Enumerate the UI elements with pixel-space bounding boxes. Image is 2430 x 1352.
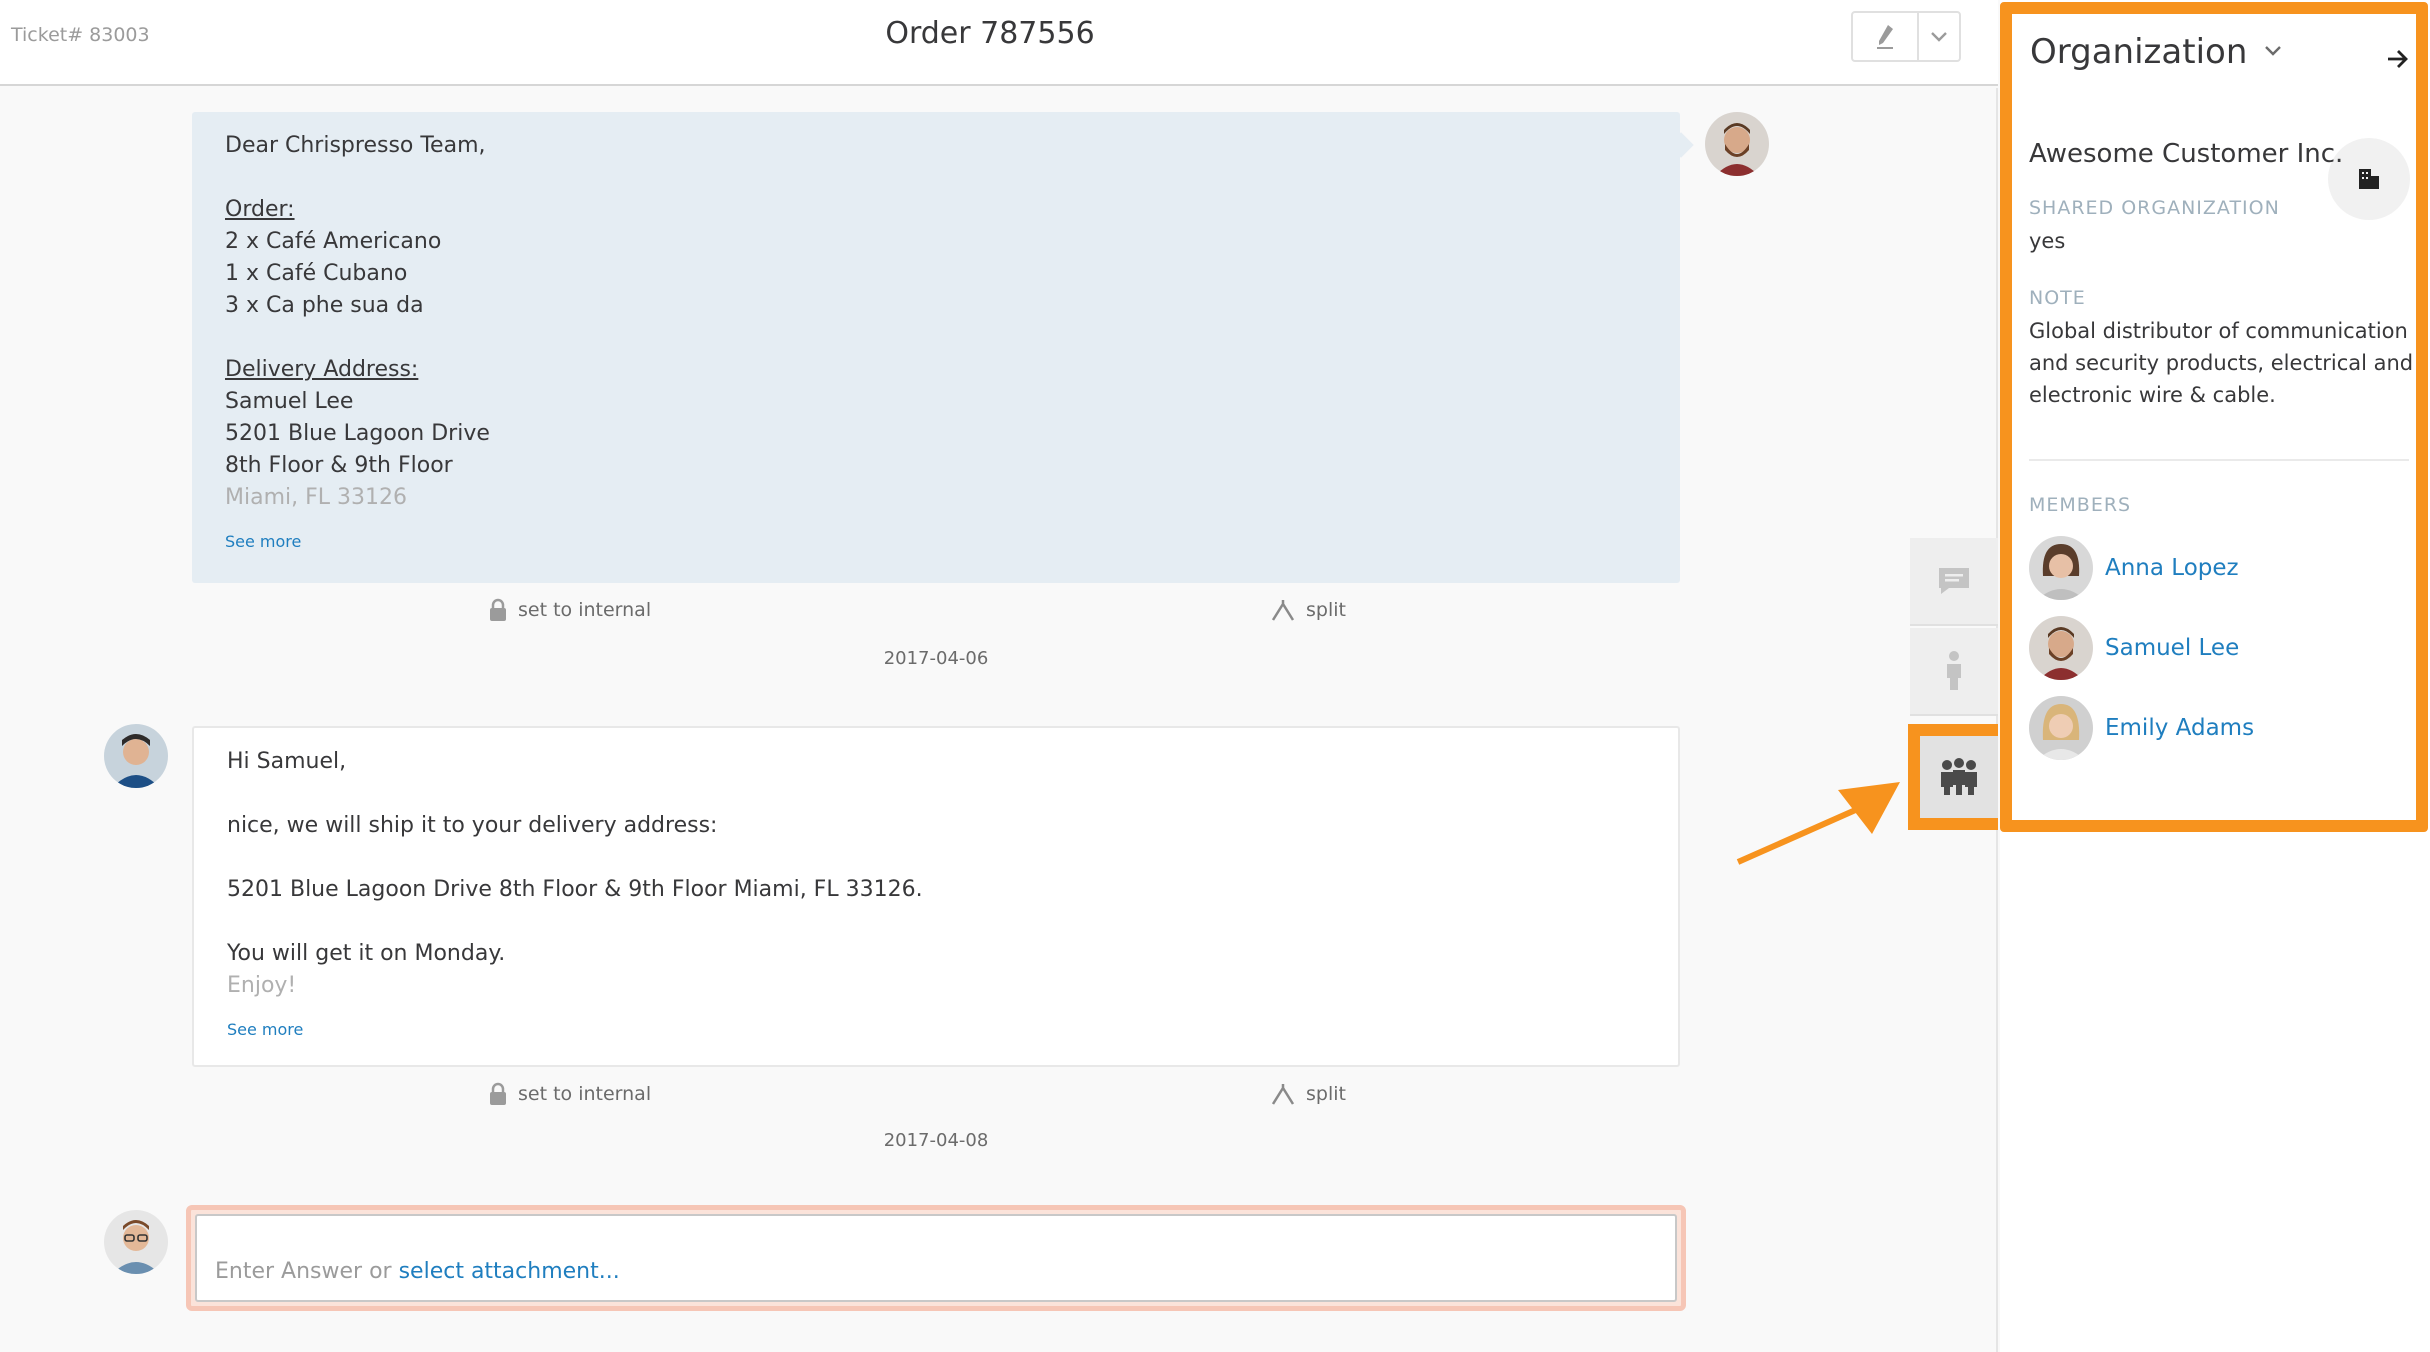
customer-article: Dear Chrispresso Team, Order: 2 x Café A… [192, 112, 1680, 583]
shared-organization-label: SHARED ORGANIZATION [2029, 197, 2280, 219]
article-line-faded: Enjoy! [227, 973, 297, 998]
member-item[interactable]: Samuel Lee [2029, 616, 2239, 680]
highlight-arrow [1736, 782, 1900, 865]
set-internal-action[interactable]: set to internal [488, 598, 651, 622]
split-action[interactable]: split [1270, 598, 1346, 622]
order-line: 1 x Café Cubano [225, 261, 408, 286]
tab-organization-inner [1920, 736, 1998, 818]
lock-icon [490, 1082, 506, 1105]
address-heading: Delivery Address: [225, 357, 419, 382]
agent-article: Hi Samuel, nice, we will ship it to your… [192, 726, 1680, 1067]
article-greeting: Hi Samuel, [227, 749, 347, 774]
member-item[interactable]: Anna Lopez [2029, 536, 2239, 600]
address-line-faded: Miami, FL 33126 [225, 485, 407, 510]
note-label: NOTE [2029, 287, 2086, 309]
ticket-title[interactable]: Order 787556 [0, 16, 1980, 51]
note-value: Global distributor of communication and … [2029, 319, 2414, 407]
chevron-down-icon[interactable] [2264, 45, 2282, 57]
tab-organization[interactable] [1908, 724, 1998, 830]
divider [2029, 459, 2409, 461]
reply-placeholder-text: Enter Answer or [215, 1259, 392, 1284]
article-line: nice, we will ship it to your delivery a… [227, 813, 718, 838]
shared-organization-value: yes [2029, 229, 2066, 253]
macro-dropdown-button[interactable] [1917, 13, 1959, 60]
pen-icon [1877, 24, 1893, 49]
ticket-header: Ticket# 83003 Order 787556 [0, 0, 1998, 86]
see-more-link[interactable]: See more [225, 526, 1647, 558]
member-name: Anna Lopez [2105, 555, 2239, 581]
organization-panel: Organization Awesome Customer Inc. SHARE… [2000, 2, 2428, 832]
tab-customer[interactable] [1910, 628, 1998, 716]
tab-ticket[interactable] [1910, 538, 1998, 626]
member-name: Samuel Lee [2105, 635, 2240, 661]
chevron-down-icon [1931, 31, 1947, 42]
edit-button[interactable] [1853, 13, 1917, 60]
see-more-link[interactable]: See more [227, 1014, 1645, 1046]
organization-name: Awesome Customer Inc. [2029, 139, 2344, 169]
member-name: Emily Adams [2105, 715, 2255, 741]
macro-button-group [1851, 11, 1961, 62]
address-line: 5201 Blue Lagoon Drive [225, 421, 490, 446]
split-label: split [1306, 1083, 1346, 1105]
order-line: 3 x Ca phe sua da [225, 293, 424, 318]
lock-icon [490, 598, 506, 621]
address-line: 8th Floor & 9th Floor [225, 453, 453, 478]
article-line: 5201 Blue Lagoon Drive 8th Floor & 9th F… [227, 877, 923, 902]
organization-heading[interactable]: Organization [2030, 32, 2247, 72]
member-item[interactable]: Emily Adams [2029, 696, 2254, 760]
current-user-avatar[interactable] [104, 1210, 168, 1274]
reply-placeholder: Enter Answer or select attachment... [215, 1259, 620, 1284]
order-line: 2 x Café Americano [225, 229, 442, 254]
chat-icon [1939, 568, 1969, 594]
split-label: split [1306, 599, 1346, 621]
avatar [2029, 536, 2093, 600]
avatar[interactable] [104, 724, 168, 788]
reply-box: Enter Answer or select attachment... [186, 1205, 1686, 1311]
avatar [2029, 616, 2093, 680]
split-icon [1271, 1084, 1295, 1105]
set-internal-label: set to internal [518, 599, 652, 621]
members-label: MEMBERS [2029, 494, 2132, 516]
person-icon [1947, 651, 1961, 690]
article-date: 2017-04-06 [883, 648, 989, 669]
order-heading: Order: [225, 197, 295, 222]
article-greeting: Dear Chrispresso Team, [225, 133, 486, 158]
organization-panel-header: Organization [2030, 32, 2410, 92]
article-date: 2017-04-08 [883, 1130, 989, 1151]
split-icon [1271, 600, 1295, 621]
set-internal-label: set to internal [518, 1083, 652, 1105]
address-line: Samuel Lee [225, 389, 354, 414]
article-line: You will get it on Monday. [227, 941, 506, 966]
reply-input[interactable]: Enter Answer or select attachment... [195, 1214, 1677, 1302]
split-action[interactable]: split [1270, 1082, 1346, 1106]
select-attachment-link[interactable]: select attachment... [399, 1259, 620, 1284]
set-internal-action[interactable]: set to internal [488, 1082, 651, 1106]
avatar[interactable] [1705, 112, 1769, 176]
organization-details: Awesome Customer Inc. SHARED ORGANIZATIO… [2029, 139, 2419, 411]
avatar [2029, 696, 2093, 760]
arrow-right-icon[interactable] [2386, 48, 2410, 70]
organization-icon [1941, 758, 1977, 795]
